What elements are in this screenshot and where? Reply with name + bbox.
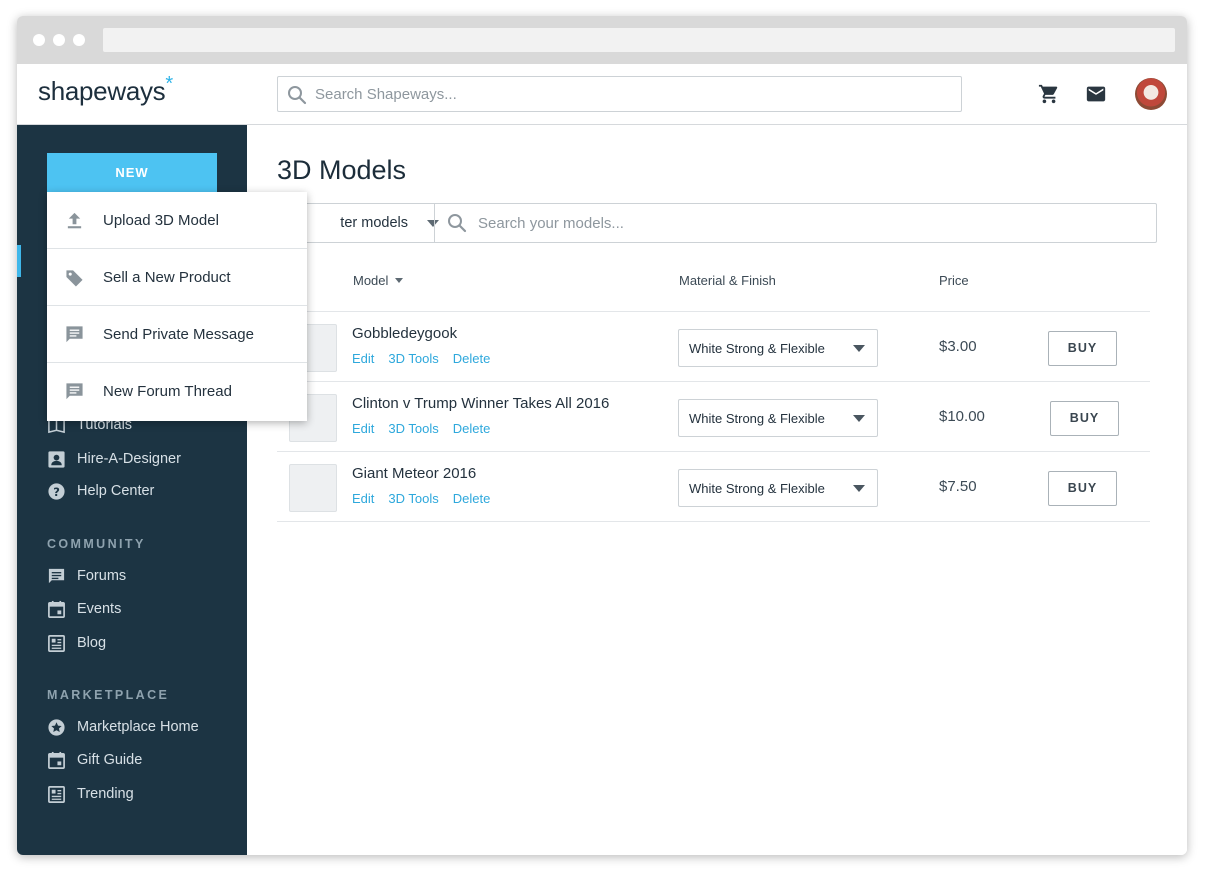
delete-link[interactable]: Delete [453,491,491,506]
address-bar[interactable] [103,28,1175,52]
filter-divider [434,204,435,242]
tag-icon [66,270,83,287]
model-name[interactable]: Clinton v Trump Winner Takes All 2016 [352,395,609,412]
buy-button[interactable]: BUY [1048,331,1117,366]
svg-text:?: ? [53,484,60,498]
window-minimize-dot[interactable] [53,34,65,46]
delete-link[interactable]: Delete [453,421,491,436]
sidebar-item-forums[interactable]: Forums [47,564,126,588]
buy-button[interactable]: BUY [1048,471,1117,506]
sidebar-item-marketplace-home[interactable]: Marketplace Home [47,715,199,739]
site-header: shapeways* Search Shapeways... [17,64,1187,125]
chevron-down-icon[interactable] [427,220,439,227]
calendar-icon [48,600,65,618]
browser-window: shapeways* Search Shapeways... NEW Tutor… [17,16,1187,855]
table-row: Clinton v Trump Winner Takes All 2016 Ed… [277,382,1150,452]
search-icon [448,214,467,233]
3d-tools-link[interactable]: 3D Tools [388,491,438,506]
sidebar-item-events[interactable]: Events [47,597,121,621]
community-heading: COMMUNITY [47,537,146,551]
material-select[interactable]: White Strong & Flexible [678,469,878,507]
chevron-down-icon [853,485,865,492]
delete-link[interactable]: Delete [453,351,491,366]
filter-bar: ter models Search your models... [277,203,1157,243]
person-icon [48,450,65,468]
menu-item-new-forum-thread[interactable]: New Forum Thread [47,363,307,420]
chat-icon [48,568,65,583]
3d-tools-link[interactable]: 3D Tools [388,421,438,436]
column-header-model[interactable]: Model [353,273,404,288]
edit-link[interactable]: Edit [352,351,374,366]
edit-link[interactable]: Edit [352,421,374,436]
sidebar-item-gift-guide[interactable]: Gift Guide [47,748,142,772]
sidebar-item-blog[interactable]: Blog [47,631,106,655]
column-header-price: Price [939,273,969,288]
mail-icon[interactable] [1085,83,1107,105]
window-maximize-dot[interactable] [73,34,85,46]
menu-item-upload-3d-model[interactable]: Upload 3D Model [47,192,307,249]
table-divider [277,521,1150,522]
active-nav-marker [17,245,21,277]
upload-icon [67,212,82,229]
newspaper-icon [48,634,65,652]
browser-chrome [17,16,1187,64]
global-search-input[interactable]: Search Shapeways... [277,76,962,112]
new-button[interactable]: NEW [47,153,217,193]
message-icon [66,383,83,400]
model-name[interactable]: Gobbledeygook [352,325,457,342]
model-price: $3.00 [939,338,977,355]
column-header-material: Material & Finish [679,273,776,288]
page-title: 3D Models [277,155,407,185]
cart-icon[interactable] [1038,83,1060,105]
model-thumbnail[interactable] [289,464,337,512]
global-search-placeholder: Search Shapeways... [315,86,457,103]
message-icon [66,326,83,343]
marketplace-heading: MARKETPLACE [47,688,170,702]
shapeways-logo[interactable]: shapeways* [38,73,173,107]
model-price: $7.50 [939,478,977,495]
avatar[interactable] [1135,78,1167,110]
material-select[interactable]: White Strong & Flexible [678,399,878,437]
calendar-icon [48,751,65,769]
edit-link[interactable]: Edit [352,491,374,506]
buy-button[interactable]: BUY [1050,401,1119,436]
menu-item-send-private-message[interactable]: Send Private Message [47,306,307,363]
chevron-down-icon [853,345,865,352]
table-row: Giant Meteor 2016 Edit 3D Tools Delete Whi… [277,452,1150,522]
menu-item-sell-new-product[interactable]: Sell a New Product [47,249,307,306]
help-icon: ? [48,482,65,500]
table-row: Gobbledeygook Edit 3D Tools Delete White S… [277,312,1150,382]
sort-caret-icon [395,278,404,284]
window-close-dot[interactable] [33,34,45,46]
sidebar-item-trending[interactable]: Trending [47,782,134,806]
material-select[interactable]: White Strong & Flexible [678,329,878,367]
model-search-input[interactable]: Search your models... [478,215,624,232]
newspaper-icon [48,785,65,803]
search-icon [288,86,307,105]
star-icon [48,718,65,736]
model-price: $10.00 [939,408,985,425]
sidebar-item-hire-a-designer[interactable]: Hire-A-Designer [47,447,181,471]
main-content: 3D Models ter models Search your models.… [247,125,1187,855]
new-dropdown-menu: Upload 3D Model Sell a New Product Send … [47,192,307,421]
sidebar-item-help-center[interactable]: ? Help Center [47,479,154,503]
3d-tools-link[interactable]: 3D Tools [388,351,438,366]
chevron-down-icon [853,415,865,422]
model-name[interactable]: Giant Meteor 2016 [352,465,476,482]
